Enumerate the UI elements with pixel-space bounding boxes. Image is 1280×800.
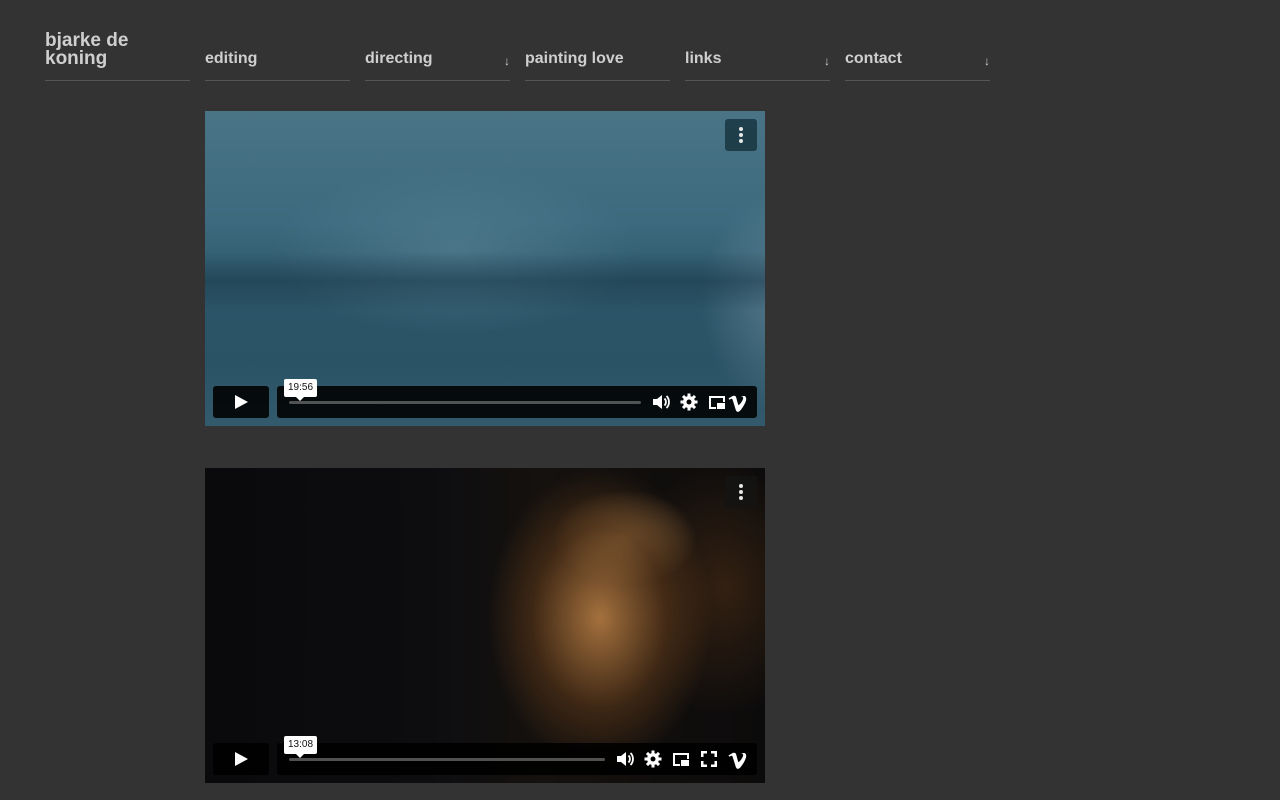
nav-item-editing[interactable]: editing [205, 32, 350, 81]
progress-track[interactable]: 19:56 [284, 379, 641, 404]
vimeo-icon[interactable] [727, 392, 747, 412]
nav-item-label: links [685, 50, 722, 67]
duration-tooltip: 13:08 [284, 736, 318, 758]
nav-item-label: painting love [525, 50, 624, 67]
more-options-button[interactable] [725, 476, 757, 508]
player-controls: 13:08 [213, 736, 757, 775]
nav-item-links[interactable]: links ↓ [685, 32, 830, 81]
nav-item-directing[interactable]: directing ↓ [365, 32, 510, 81]
vimeo-icon[interactable] [727, 749, 747, 769]
arrow-down-icon: ↓ [824, 54, 830, 68]
settings-icon[interactable] [679, 392, 699, 412]
play-button[interactable] [213, 743, 269, 775]
play-button[interactable] [213, 386, 269, 418]
arrow-down-icon: ↓ [504, 54, 510, 68]
nav-item-contact[interactable]: contact ↓ [845, 32, 990, 81]
more-options-button[interactable] [725, 119, 757, 151]
site-title-text: bjarke de koning [45, 30, 129, 69]
duration-tooltip: 19:56 [284, 379, 318, 401]
video-player[interactable]: 13:08 [205, 468, 765, 783]
arrow-down-icon: ↓ [984, 54, 990, 68]
nav-item-painting-love[interactable]: painting love [525, 32, 670, 81]
control-bar: 19:56 [277, 379, 757, 418]
player-controls: 19:56 [213, 379, 757, 418]
settings-icon[interactable] [643, 749, 663, 769]
nav-item-label: contact [845, 50, 902, 67]
progress-track[interactable]: 13:08 [284, 736, 605, 761]
pip-icon[interactable] [671, 749, 691, 769]
fullscreen-icon[interactable] [699, 749, 719, 769]
video-player[interactable]: 19:56 [205, 111, 765, 426]
nav-item-label: directing [365, 50, 433, 67]
control-bar: 13:08 [277, 736, 757, 775]
volume-icon[interactable] [615, 749, 635, 769]
pip-icon[interactable] [707, 392, 727, 412]
nav-item-label: editing [205, 50, 258, 67]
site-title[interactable]: bjarke de koning [45, 30, 190, 81]
volume-icon[interactable] [651, 392, 671, 412]
